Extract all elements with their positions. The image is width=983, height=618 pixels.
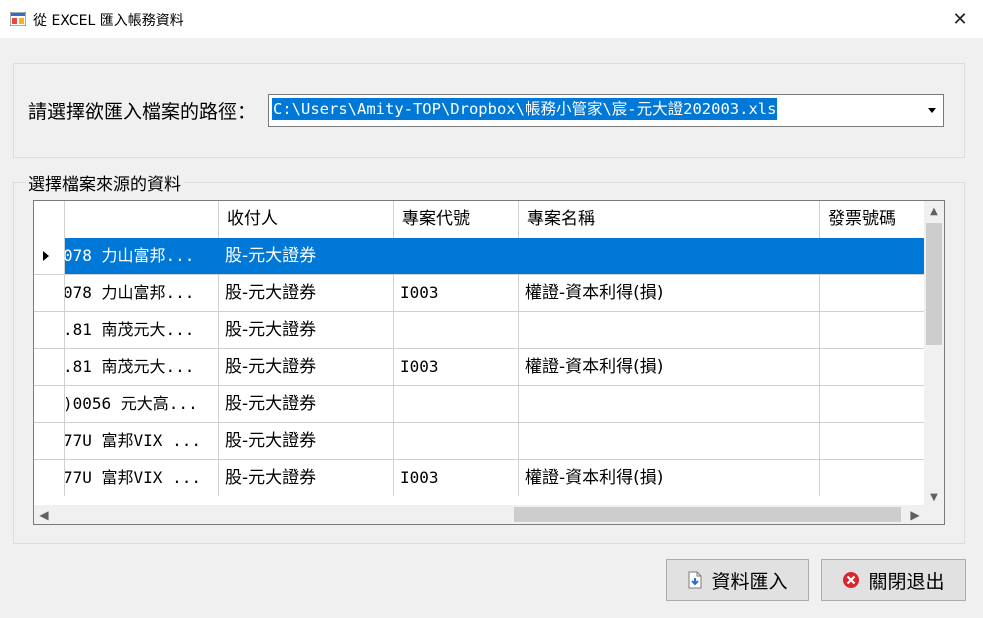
grid-cell-project-name[interactable] [519, 238, 820, 274]
row-header[interactable] [34, 349, 65, 385]
data-grid[interactable]: 收付人 專案代號 專案名稱 發票號碼 078 力山富邦... 股-元大證券 07… [33, 200, 945, 525]
grid-cell-payee[interactable]: 股-元大證券 [219, 349, 394, 385]
title-bar: 從 EXCEL 匯入帳務資料 ✕ [0, 0, 983, 38]
grid-cell-item[interactable]: .81 南茂元大... [65, 312, 219, 348]
grid-cell-payee[interactable]: 股-元大證券 [219, 386, 394, 422]
table-row[interactable]: .81 南茂元大... 股-元大證券 [34, 312, 925, 349]
close-exit-label: 關閉退出 [868, 570, 945, 593]
table-row[interactable]: 77U 富邦VIX ... 股-元大證券 I003 權證-資本利得(損) [34, 460, 925, 507]
import-data-button[interactable]: 資料匯入 [666, 559, 809, 601]
current-row-arrow-icon [43, 251, 49, 261]
scroll-up-icon[interactable]: ▲ [924, 201, 944, 221]
grid-cell-invoice[interactable] [820, 238, 930, 274]
horizontal-scroll-thumb[interactable] [514, 507, 901, 522]
grid-cell-project-code[interactable]: I003 [394, 460, 519, 496]
grid-cell-project-code[interactable]: I003 [394, 349, 519, 385]
grid-cell-project-code[interactable] [394, 423, 519, 459]
column-header-item[interactable] [65, 201, 219, 238]
cancel-icon [842, 571, 860, 589]
grid-cell-payee[interactable]: 股-元大證券 [219, 312, 394, 348]
table-row[interactable]: 77U 富邦VIX ... 股-元大證券 [34, 423, 925, 460]
vertical-scrollbar[interactable]: ▲ ▼ [924, 201, 944, 507]
close-exit-button[interactable]: 關閉退出 [821, 559, 966, 601]
column-header-invoice[interactable]: 發票號碼 [820, 201, 930, 238]
table-row[interactable]: .81 南茂元大... 股-元大證券 I003 權證-資本利得(損) [34, 349, 925, 386]
app-window-icon [10, 12, 26, 26]
column-header-project-code[interactable]: 專案代號 [394, 201, 519, 238]
chevron-down-icon[interactable] [927, 107, 937, 115]
vertical-scroll-thumb[interactable] [926, 223, 942, 345]
grid-cell-project-name[interactable]: 權證-資本利得(損) [519, 275, 820, 311]
row-header[interactable] [34, 460, 65, 496]
grid-cell-project-code[interactable] [394, 386, 519, 422]
scroll-down-icon[interactable]: ▼ [924, 487, 944, 507]
row-header[interactable] [34, 312, 65, 348]
horizontal-scrollbar[interactable]: ◀ ▶ [34, 505, 925, 524]
row-header[interactable] [34, 386, 65, 422]
scrollbar-corner [924, 505, 944, 524]
row-header[interactable] [34, 238, 65, 274]
grid-cell-project-name[interactable] [519, 312, 820, 348]
scroll-right-icon[interactable]: ▶ [905, 505, 925, 524]
grid-cell-payee[interactable]: 股-元大證券 [219, 460, 394, 496]
table-row[interactable]: 078 力山富邦... 股-元大證券 [34, 238, 925, 275]
close-icon: ✕ [952, 8, 968, 30]
grid-cell-payee[interactable]: 股-元大證券 [219, 238, 394, 274]
grid-cell-project-name[interactable] [519, 423, 820, 459]
row-header-corner [34, 201, 65, 238]
grid-cell-item[interactable]: 77U 富邦VIX ... [65, 423, 219, 459]
grid-cell-project-code[interactable] [394, 312, 519, 348]
grid-cell-invoice[interactable] [820, 460, 930, 496]
grid-cell-item[interactable]: .81 南茂元大... [65, 349, 219, 385]
grid-cell-item[interactable]: 77U 富邦VIX ... [65, 460, 219, 496]
grid-cell-project-name[interactable] [519, 386, 820, 422]
grid-cell-payee[interactable]: 股-元大證券 [219, 275, 394, 311]
column-header-payee[interactable]: 收付人 [219, 201, 394, 238]
close-window-button[interactable]: ✕ [937, 0, 983, 38]
grid-header: 收付人 專案代號 專案名稱 發票號碼 [34, 201, 925, 239]
grid-cell-invoice[interactable] [820, 349, 930, 385]
grid-cell-invoice[interactable] [820, 275, 930, 311]
path-combobox[interactable]: C:\Users\Amity-TOP\Dropbox\帳務小管家\宸-元大證20… [268, 94, 944, 127]
grid-cell-project-name[interactable]: 權證-資本利得(損) [519, 349, 820, 385]
table-row[interactable]: )0056 元大高... 股-元大證券 [34, 386, 925, 423]
import-data-label: 資料匯入 [711, 570, 788, 593]
path-label: 請選擇欲匯入檔案的路徑： [28, 101, 257, 123]
path-value: C:\Users\Amity-TOP\Dropbox\帳務小管家\宸-元大證20… [272, 98, 778, 120]
column-header-project-name[interactable]: 專案名稱 [519, 201, 820, 238]
grid-cell-payee[interactable]: 股-元大證券 [219, 423, 394, 459]
grid-cell-item[interactable]: 078 力山富邦... [65, 238, 219, 274]
row-header[interactable] [34, 423, 65, 459]
data-source-legend: 選擇檔案來源的資料 [26, 170, 183, 195]
import-document-icon [687, 571, 703, 589]
grid-cell-item[interactable]: 078 力山富邦... [65, 275, 219, 311]
grid-cell-item[interactable]: )0056 元大高... [65, 386, 219, 422]
grid-cell-invoice[interactable] [820, 312, 930, 348]
grid-cell-project-code[interactable]: I003 [394, 275, 519, 311]
grid-cell-invoice[interactable] [820, 423, 930, 459]
grid-cell-invoice[interactable] [820, 386, 930, 422]
table-row[interactable]: 078 力山富邦... 股-元大證券 I003 權證-資本利得(損) [34, 275, 925, 312]
grid-cell-project-code[interactable] [394, 238, 519, 274]
window-title: 從 EXCEL 匯入帳務資料 [33, 13, 184, 29]
grid-cell-project-name[interactable]: 權證-資本利得(損) [519, 460, 820, 496]
scroll-left-icon[interactable]: ◀ [34, 505, 54, 524]
row-header[interactable] [34, 275, 65, 311]
